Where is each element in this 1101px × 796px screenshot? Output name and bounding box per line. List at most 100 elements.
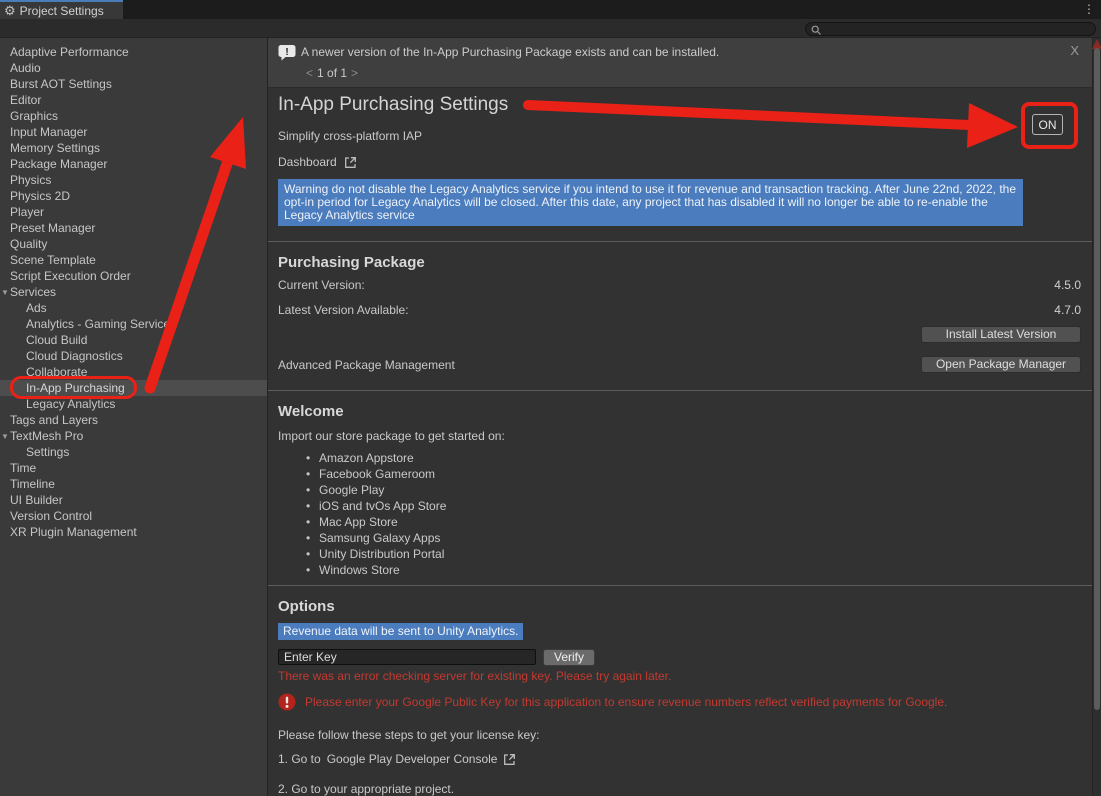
sidebar-item-in-app-purchasing[interactable]: In-App Purchasing bbox=[0, 380, 267, 396]
options-header: Options bbox=[278, 586, 1081, 615]
open-package-manager-button[interactable]: Open Package Manager bbox=[921, 356, 1081, 373]
step-1-prefix: 1. Go to bbox=[278, 752, 321, 766]
iap-toggle-on-button[interactable]: ON bbox=[1032, 114, 1063, 135]
sidebar-item-quality[interactable]: Quality bbox=[0, 236, 267, 252]
google-key-input[interactable] bbox=[278, 649, 536, 665]
sidebar-item-label: Package Manager bbox=[10, 157, 107, 171]
sidebar-item-label: Adaptive Performance bbox=[10, 45, 129, 59]
sidebar-item-ui-builder[interactable]: UI Builder bbox=[0, 492, 267, 508]
sidebar-item-input-manager[interactable]: Input Manager bbox=[0, 124, 267, 140]
sidebar-item-label: Cloud Build bbox=[26, 333, 87, 347]
sidebar-item-label: Collaborate bbox=[26, 365, 87, 379]
store-list-item-ios-and-tvos-app-store: •iOS and tvOs App Store bbox=[306, 498, 1081, 514]
sidebar-item-memory-settings[interactable]: Memory Settings bbox=[0, 140, 267, 156]
settings-content: In-App Purchasing Settings Simplify cros… bbox=[268, 88, 1093, 796]
store-name: Facebook Gameroom bbox=[319, 467, 435, 481]
sidebar-item-textmesh-pro[interactable]: ▼TextMesh Pro bbox=[0, 428, 267, 444]
pager-next-icon[interactable]: > bbox=[347, 66, 362, 80]
bullet-icon: • bbox=[306, 546, 319, 562]
dashboard-label: Dashboard bbox=[278, 155, 337, 169]
sidebar-item-version-control[interactable]: Version Control bbox=[0, 508, 267, 524]
sidebar-item-preset-manager[interactable]: Preset Manager bbox=[0, 220, 267, 236]
sidebar-item-label: Services bbox=[10, 285, 56, 299]
sidebar-item-time[interactable]: Time bbox=[0, 460, 267, 476]
sidebar-item-player[interactable]: Player bbox=[0, 204, 267, 220]
pager-label: 1 of 1 bbox=[317, 66, 347, 80]
bullet-icon: • bbox=[306, 482, 319, 498]
sidebar-item-cloud-build[interactable]: Cloud Build bbox=[0, 332, 267, 348]
sidebar-item-adaptive-performance[interactable]: Adaptive Performance bbox=[0, 44, 267, 60]
sidebar-item-cloud-diagnostics[interactable]: Cloud Diagnostics bbox=[0, 348, 267, 364]
settings-sidebar: Adaptive Performance AudioBurst AOT Setti… bbox=[0, 38, 267, 796]
bullet-icon: • bbox=[306, 514, 319, 530]
sidebar-item-physics[interactable]: Physics bbox=[0, 172, 267, 188]
sidebar-item-settings[interactable]: Settings bbox=[0, 444, 267, 460]
dashboard-link[interactable]: Dashboard bbox=[278, 154, 1081, 170]
scrollbar-thumb[interactable] bbox=[1094, 48, 1100, 710]
sidebar-item-script-execution-order[interactable]: Script Execution Order bbox=[0, 268, 267, 284]
step-1: 1. Go to Google Play Developer Console bbox=[278, 751, 1081, 767]
bullet-icon: • bbox=[306, 498, 319, 514]
tab-project-settings[interactable]: ⚙ Project Settings bbox=[0, 0, 123, 19]
sidebar-item-label: Tags and Layers bbox=[10, 413, 98, 427]
sidebar-item-xr-plugin-management[interactable]: XR Plugin Management bbox=[0, 524, 267, 540]
store-list-item-mac-app-store: •Mac App Store bbox=[306, 514, 1081, 530]
sidebar-item-label: Timeline bbox=[10, 477, 55, 491]
kebab-menu-icon[interactable]: ⋮ bbox=[1083, 2, 1095, 17]
verify-button[interactable]: Verify bbox=[543, 649, 595, 666]
main-panel: ! A newer version of the In-App Purchasi… bbox=[267, 38, 1092, 796]
sidebar-item-scene-template[interactable]: Scene Template bbox=[0, 252, 267, 268]
sidebar-item-timeline[interactable]: Timeline bbox=[0, 476, 267, 492]
sidebar-item-collaborate[interactable]: Collaborate bbox=[0, 364, 267, 380]
disclosure-triangle-icon[interactable]: ▼ bbox=[1, 285, 9, 301]
store-name: Unity Distribution Portal bbox=[319, 547, 444, 561]
google-play-console-link[interactable]: Google Play Developer Console bbox=[327, 752, 498, 766]
current-version-label: Current Version: bbox=[278, 278, 365, 292]
search-icon bbox=[811, 25, 822, 36]
store-list-item-amazon-appstore: •Amazon Appstore bbox=[306, 450, 1081, 466]
sidebar-item-label: Physics bbox=[10, 173, 51, 187]
notification-close-icon[interactable]: X bbox=[1070, 43, 1079, 58]
search-field[interactable] bbox=[805, 22, 1096, 36]
sidebar-item-services[interactable]: ▼Services bbox=[0, 284, 267, 300]
sidebar-item-analytics-gaming-services[interactable]: Analytics - Gaming Services bbox=[0, 316, 267, 332]
sidebar-item-label: Scene Template bbox=[10, 253, 96, 267]
store-name: Amazon Appstore bbox=[319, 451, 414, 465]
store-name: Samsung Galaxy Apps bbox=[319, 531, 440, 545]
store-list-item-samsung-galaxy-apps: •Samsung Galaxy Apps bbox=[306, 530, 1081, 546]
purchasing-package-section: Purchasing Package Current Version: 4.5.… bbox=[268, 241, 1093, 390]
latest-version-label: Latest Version Available: bbox=[278, 303, 409, 317]
sidebar-item-package-manager[interactable]: Package Manager bbox=[0, 156, 267, 172]
sidebar-item-label: Script Execution Order bbox=[10, 269, 131, 283]
install-latest-version-button[interactable]: Install Latest Version bbox=[921, 326, 1081, 343]
sidebar-item-audio[interactable]: Audio bbox=[0, 60, 267, 76]
revenue-analytics-note: Revenue data will be sent to Unity Analy… bbox=[278, 623, 523, 640]
sidebar-item-label: Ads bbox=[26, 301, 47, 315]
error-icon bbox=[278, 693, 296, 711]
disclosure-triangle-icon[interactable]: ▼ bbox=[1, 429, 9, 445]
sidebar-item-ads[interactable]: Ads bbox=[0, 300, 267, 316]
store-name: iOS and tvOs App Store bbox=[319, 499, 446, 513]
settings-toolbar bbox=[0, 19, 1101, 38]
tab-title: Project Settings bbox=[20, 4, 104, 18]
sidebar-item-legacy-analytics[interactable]: Legacy Analytics bbox=[0, 396, 267, 412]
external-link-icon bbox=[344, 156, 357, 169]
sidebar-item-label: Input Manager bbox=[10, 125, 87, 139]
sidebar-item-label: Editor bbox=[10, 93, 41, 107]
sidebar-item-label: In-App Purchasing bbox=[26, 381, 125, 395]
search-input[interactable] bbox=[824, 23, 1089, 35]
sidebar-item-label: Memory Settings bbox=[10, 141, 100, 155]
sidebar-item-label: TextMesh Pro bbox=[10, 429, 83, 443]
bullet-icon: • bbox=[306, 562, 319, 578]
sidebar-item-tags-and-layers[interactable]: Tags and Layers bbox=[0, 412, 267, 428]
sidebar-item-burst-aot-settings[interactable]: Burst AOT Settings bbox=[0, 76, 267, 92]
sidebar-item-physics-2d[interactable]: Physics 2D bbox=[0, 188, 267, 204]
sidebar-item-label: Audio bbox=[10, 61, 41, 75]
google-key-warning-text: Please enter your Google Public Key for … bbox=[305, 693, 947, 709]
sidebar-item-editor[interactable]: Editor bbox=[0, 92, 267, 108]
sidebar-item-graphics[interactable]: Graphics bbox=[0, 108, 267, 124]
pager-prev-icon[interactable]: < bbox=[302, 66, 317, 80]
vertical-scrollbar[interactable] bbox=[1092, 38, 1101, 796]
iap-header-section: In-App Purchasing Settings Simplify cros… bbox=[268, 88, 1093, 241]
notification-pager: <1 of 1> bbox=[302, 66, 362, 80]
